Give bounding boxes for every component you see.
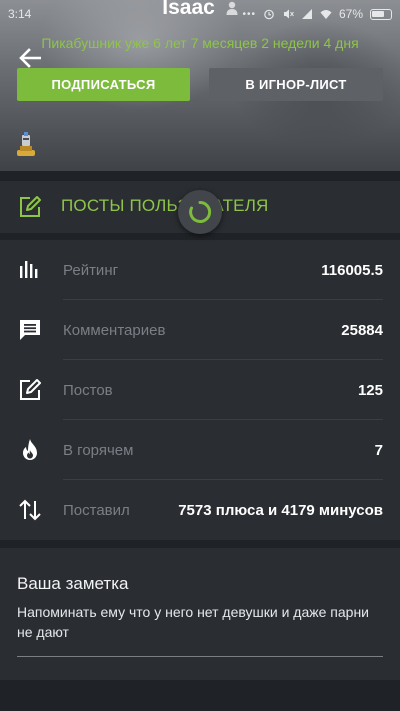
user-note-card[interactable]: Ваша заметка Напоминать ему что у него н… [0,548,400,680]
user-posts-label: ПОСТЫ ПОЛЬЗОВАТЕЛЯ [61,196,269,215]
edit-icon [20,379,41,400]
stat-row-rating: Рейтинг 116005.5 [0,240,400,300]
flame-icon [23,439,37,460]
stats-list: Рейтинг 116005.5 Комментариев 25884 Пост… [0,240,400,540]
profile-tenure: Пикабушник уже 6 лет 7 месяцев 2 недели … [41,35,359,51]
stat-row-hot: В горячем 7 [0,420,400,480]
stat-label: Рейтинг [63,262,119,279]
stat-value: 116005.5 [321,262,383,279]
stat-value: 25884 [341,322,383,339]
profile-username: Isaac [162,0,215,19]
stat-row-comments: Комментариев 25884 [0,300,400,360]
stat-row-votes: Поставил 7573 плюса и 4179 минусов [0,480,400,540]
subscribe-button[interactable]: ПОДПИСАТЬСЯ [17,68,190,101]
stat-value: 125 [357,382,383,399]
comment-icon [20,320,40,340]
stat-label: В горячем [63,442,134,459]
note-title: Ваша заметка [17,574,129,593]
user-icon [226,2,238,16]
stat-label: Постов [63,382,113,399]
profile-username-row: Isaac [0,0,400,20]
bar-chart-icon [20,261,38,278]
ignore-list-button[interactable]: В ИГНОР-ЛИСТ [209,68,383,101]
edit-icon [20,196,41,217]
back-arrow-icon[interactable] [19,48,41,68]
stat-row-posts: Постов 125 [0,360,400,420]
stat-label: Комментариев [63,322,166,339]
up-down-arrows-icon [19,499,41,521]
stat-value: 7 [374,442,383,459]
spinner-icon [189,200,212,223]
note-text[interactable]: Напоминать ему что у него нет девушки и … [17,602,387,642]
award-medal-icon[interactable] [14,130,38,158]
loading-spinner [178,190,222,234]
note-underline [17,656,383,657]
stat-value: 7573 плюса и 4179 минусов [178,502,383,519]
stat-label: Поставил [63,502,130,519]
